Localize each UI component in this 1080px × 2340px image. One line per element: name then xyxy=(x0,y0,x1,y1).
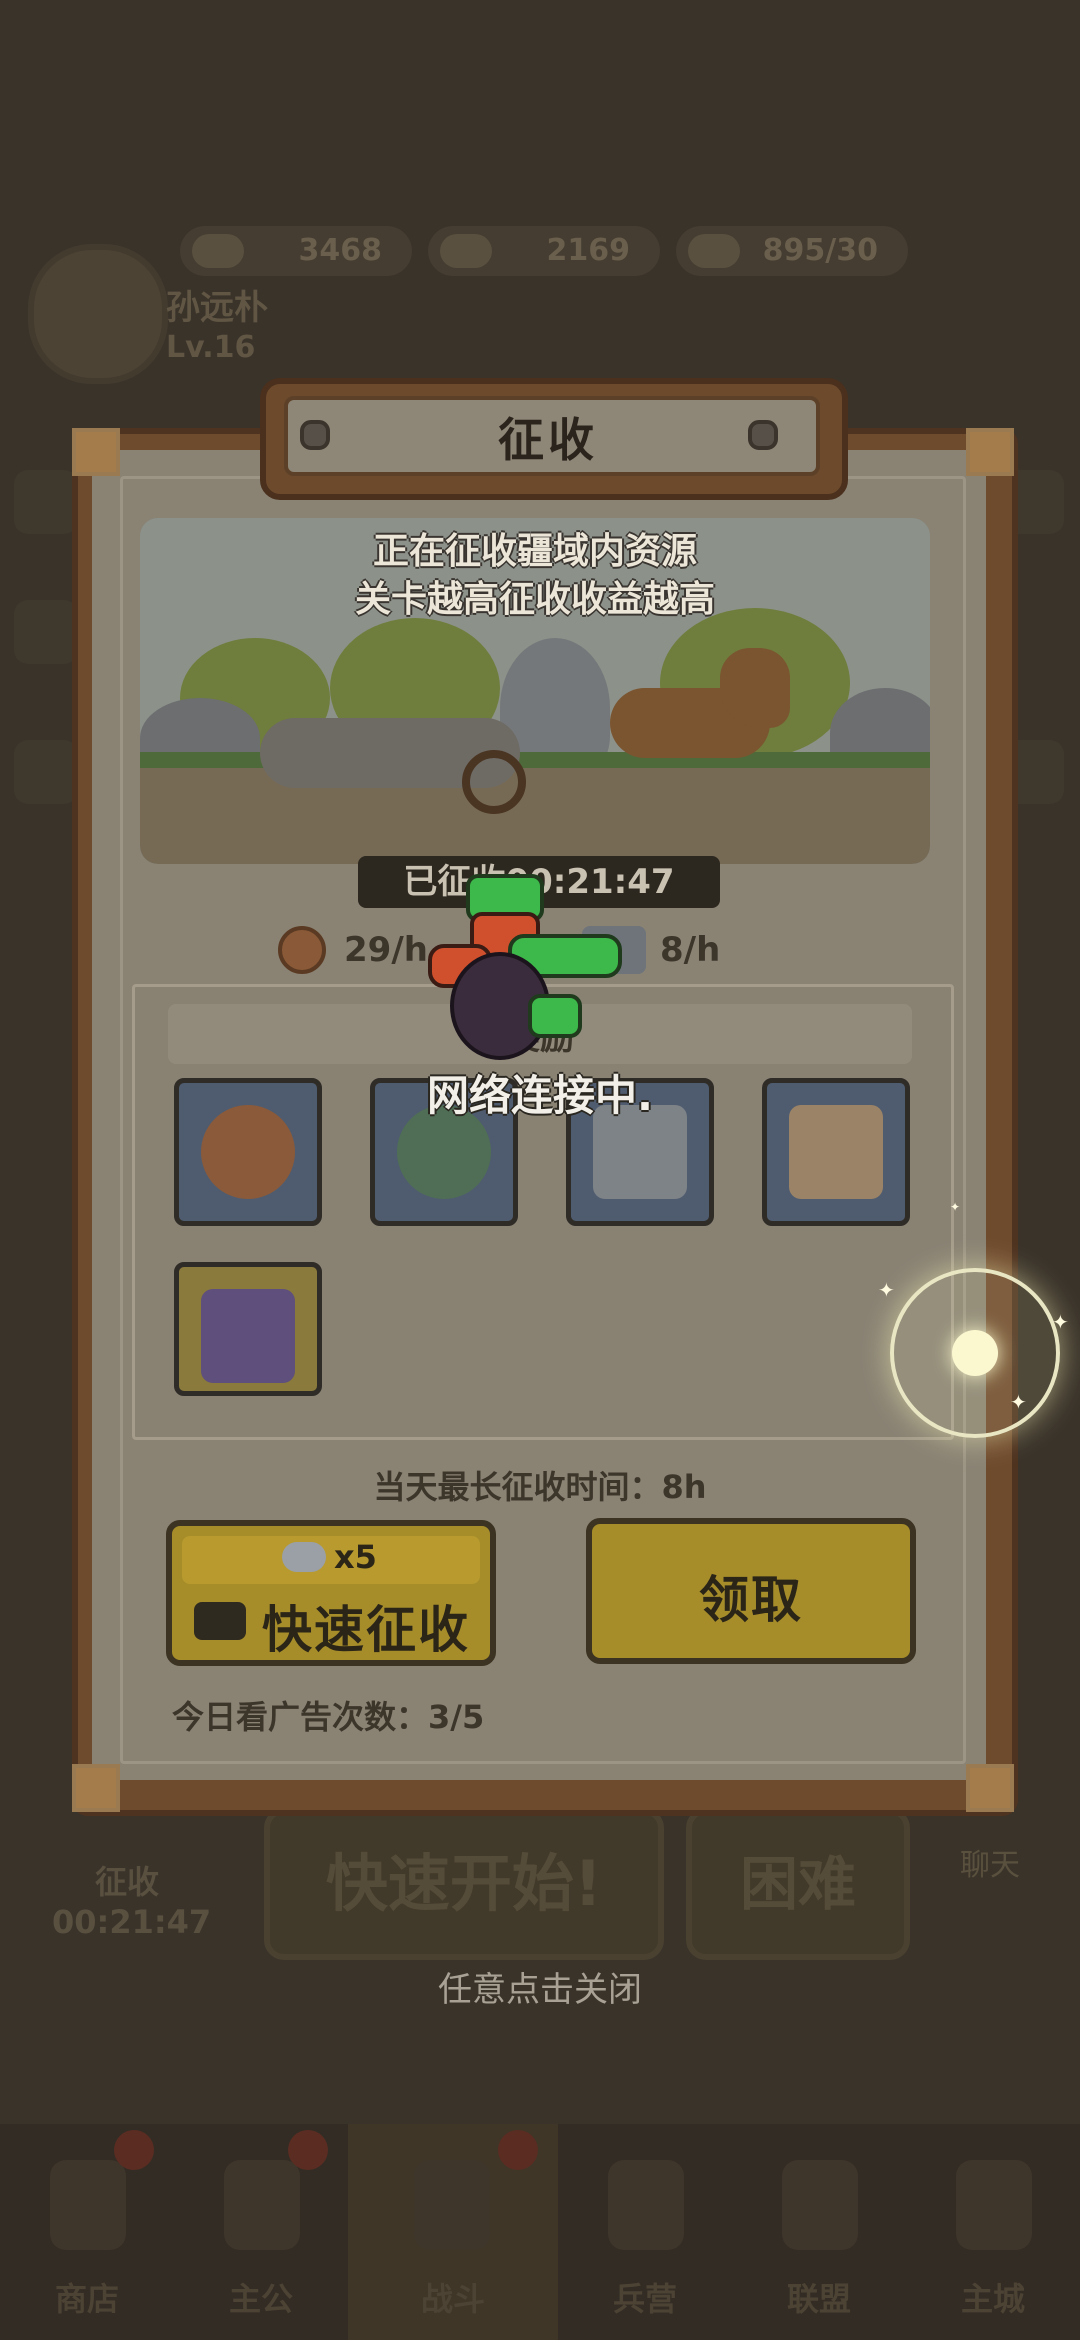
bg-conquest-shortcut: 征收 00:21:47 xyxy=(52,1863,212,1941)
notification-badge xyxy=(288,2130,328,2170)
player-name: 孙远朴 xyxy=(166,288,268,328)
player-level: Lv.16 xyxy=(166,330,256,365)
mystery-scroll-icon xyxy=(789,1105,883,1199)
resource-gem: 2169 xyxy=(428,226,660,276)
tab-alliance: 联盟 xyxy=(732,2124,906,2340)
sparkle-star-icon: ✦ xyxy=(878,1278,895,1302)
cost-multiplier: x5 xyxy=(334,1538,377,1576)
loading-text: 网络连接中. xyxy=(427,1071,653,1120)
crossed-swords-icon xyxy=(414,2160,490,2250)
quick-conquest-label: 快速征收 xyxy=(262,1601,470,1659)
reward-slot[interactable] xyxy=(174,1262,322,1396)
tab-shop: 商店 xyxy=(0,2124,174,2340)
sparkle-star-icon: ✦ xyxy=(1052,1310,1069,1334)
tab-lord: 主公 xyxy=(174,2124,348,2340)
notification-badge xyxy=(498,2130,538,2170)
tab-battle: 战斗 xyxy=(348,2124,558,2340)
corner-ornament xyxy=(966,428,1014,476)
video-ad-icon xyxy=(194,1602,246,1640)
scene-caption: 正在征收疆域内资源 关卡越高征收收益越高 xyxy=(354,531,715,620)
reward-slot[interactable] xyxy=(762,1078,910,1226)
main-city-icon xyxy=(956,2160,1032,2250)
claim-button[interactable]: 领取 xyxy=(586,1518,916,1664)
ad-view-count: 今日看广告次数：3/5 xyxy=(172,1698,485,1736)
horse-head xyxy=(720,648,790,728)
resource-food: 895/30 xyxy=(676,226,908,276)
mystery-chest-icon xyxy=(201,1289,295,1383)
sparkle-star-icon: ✦ xyxy=(950,1200,961,1214)
hero-loading-icon xyxy=(428,874,622,1060)
food-icon xyxy=(688,234,740,268)
lord-icon xyxy=(224,2160,300,2250)
rice-bowl-icon xyxy=(282,1542,326,1572)
resource-ingot: 3468 xyxy=(180,226,412,276)
panel-title: 征收 xyxy=(498,413,598,467)
reward-slot[interactable] xyxy=(174,1078,322,1226)
gem-icon xyxy=(440,234,492,268)
shop-icon xyxy=(50,2160,126,2250)
close-hint[interactable]: 任意点击关闭 xyxy=(0,1962,1080,2011)
barracks-icon xyxy=(608,2160,684,2250)
bg-quick-start-button: 快速开始! xyxy=(264,1808,664,1960)
copper-coin-icon xyxy=(201,1105,295,1199)
alliance-icon xyxy=(782,2160,858,2250)
notification-badge xyxy=(114,2130,154,2170)
corner-ornament xyxy=(72,1764,120,1812)
corner-ornament xyxy=(966,1764,1014,1812)
scroll-rate: 8/h xyxy=(660,930,721,970)
claim-label: 领取 xyxy=(699,1571,803,1629)
tab-main-city: 主城 xyxy=(906,2124,1080,2340)
coin-rate: 29/h xyxy=(344,930,428,970)
sparkle-star-icon: ✦ xyxy=(1010,1390,1027,1414)
side-menu-icon xyxy=(14,740,78,804)
ingot-icon xyxy=(192,234,244,268)
max-conquest-time: 当天最长征收时间：8h xyxy=(373,1468,707,1506)
bg-difficulty-button: 困难 xyxy=(686,1808,910,1960)
avatar xyxy=(28,244,168,384)
quick-conquest-button[interactable]: x5 快速征收 xyxy=(166,1520,496,1666)
bg-chat-label: 聊天 xyxy=(960,1848,1020,1883)
cart-wheel xyxy=(462,750,526,814)
corner-ornament xyxy=(72,428,120,476)
tab-barracks: 兵营 xyxy=(558,2124,732,2340)
side-menu-icon xyxy=(14,600,78,664)
sparkle-orb-icon xyxy=(952,1330,998,1376)
copper-coin-icon xyxy=(278,926,326,974)
side-menu-icon xyxy=(14,470,78,534)
